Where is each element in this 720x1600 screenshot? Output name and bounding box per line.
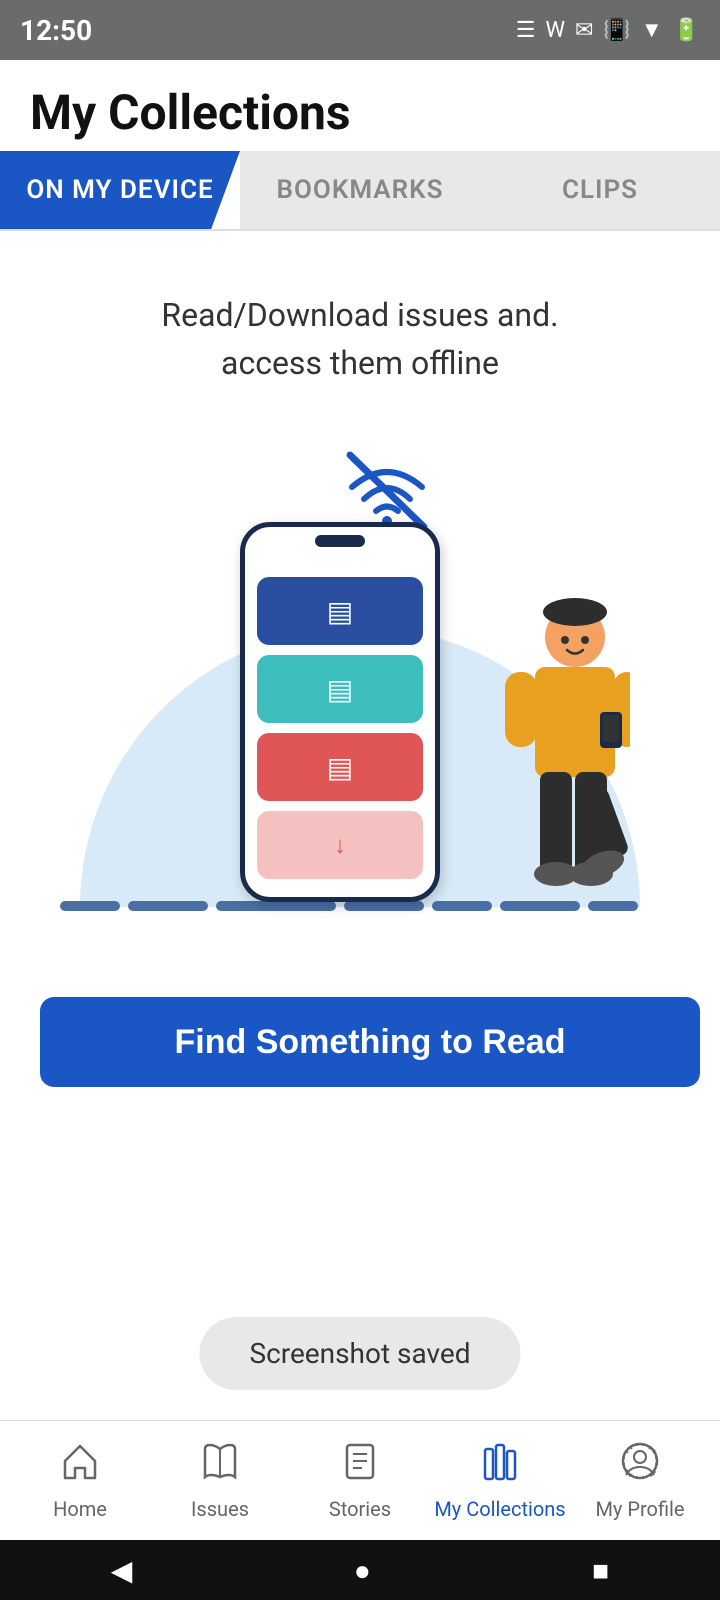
person-illustration xyxy=(455,592,630,912)
sim-icon: ☰ xyxy=(516,18,536,43)
issues-icon xyxy=(200,1441,240,1491)
phone-item-4: ↓ xyxy=(257,811,423,879)
phone-item-3: ▤ xyxy=(257,733,423,801)
nav-label-home: Home xyxy=(53,1497,107,1521)
recent-button[interactable]: ■ xyxy=(592,1554,609,1587)
home-icon xyxy=(60,1441,100,1491)
system-nav: ◀ ● ■ xyxy=(0,1540,720,1600)
nav-label-my-profile: My Profile xyxy=(595,1497,684,1521)
home-button[interactable]: ● xyxy=(354,1554,371,1587)
status-icons: ☰ W ✉ 📳 ▼ 🔋 xyxy=(516,17,700,43)
nav-item-my-profile[interactable]: My Profile xyxy=(570,1441,710,1521)
find-something-to-read-button[interactable]: Find Something to Read xyxy=(40,997,700,1087)
collections-icon xyxy=(480,1441,520,1491)
profile-icon xyxy=(620,1441,660,1491)
back-button[interactable]: ◀ xyxy=(111,1554,133,1587)
phone-notch xyxy=(315,535,365,547)
screenshot-toast: Screenshot saved xyxy=(199,1317,520,1390)
nav-item-issues[interactable]: Issues xyxy=(150,1441,290,1521)
vibrate-icon: 📳 xyxy=(603,18,630,43)
nav-item-home[interactable]: Home xyxy=(10,1441,150,1521)
description-text: Read/Download issues and. access them of… xyxy=(161,291,558,387)
main-content: Read/Download issues and. access them of… xyxy=(0,231,720,1107)
header: My Collections xyxy=(0,60,720,151)
tab-bookmarks[interactable]: BOOKMARKS xyxy=(240,151,480,229)
phone-item-1: ▤ xyxy=(257,577,423,645)
stories-icon xyxy=(340,1441,380,1491)
phone-illustration: ▤ ▤ ▤ ↓ xyxy=(240,522,440,902)
tab-on-my-device[interactable]: ON MY DEVICE xyxy=(0,151,240,229)
nav-item-stories[interactable]: Stories xyxy=(290,1441,430,1521)
wifi-icon: ▼ xyxy=(641,17,663,43)
message-icon: ✉ xyxy=(575,18,593,43)
bottom-nav: Home Issues Stories xyxy=(0,1420,720,1540)
page-title: My Collections xyxy=(30,84,690,141)
tab-clips[interactable]: CLIPS xyxy=(480,151,720,229)
status-bar: 12:50 ☰ W ✉ 📳 ▼ 🔋 xyxy=(0,0,720,60)
nav-label-my-collections: My Collections xyxy=(434,1497,565,1521)
nav-item-my-collections[interactable]: My Collections xyxy=(430,1441,570,1521)
status-time: 12:50 xyxy=(20,14,92,47)
illustration: ▤ ▤ ▤ ↓ xyxy=(40,427,680,967)
nav-label-issues: Issues xyxy=(191,1497,249,1521)
battery-icon: 🔋 xyxy=(673,18,700,43)
nav-label-stories: Stories xyxy=(329,1497,391,1521)
phone-item-2: ▤ xyxy=(257,655,423,723)
tabs-container: ON MY DEVICE BOOKMARKS CLIPS xyxy=(0,151,720,231)
carrier-icon: W xyxy=(545,18,565,43)
